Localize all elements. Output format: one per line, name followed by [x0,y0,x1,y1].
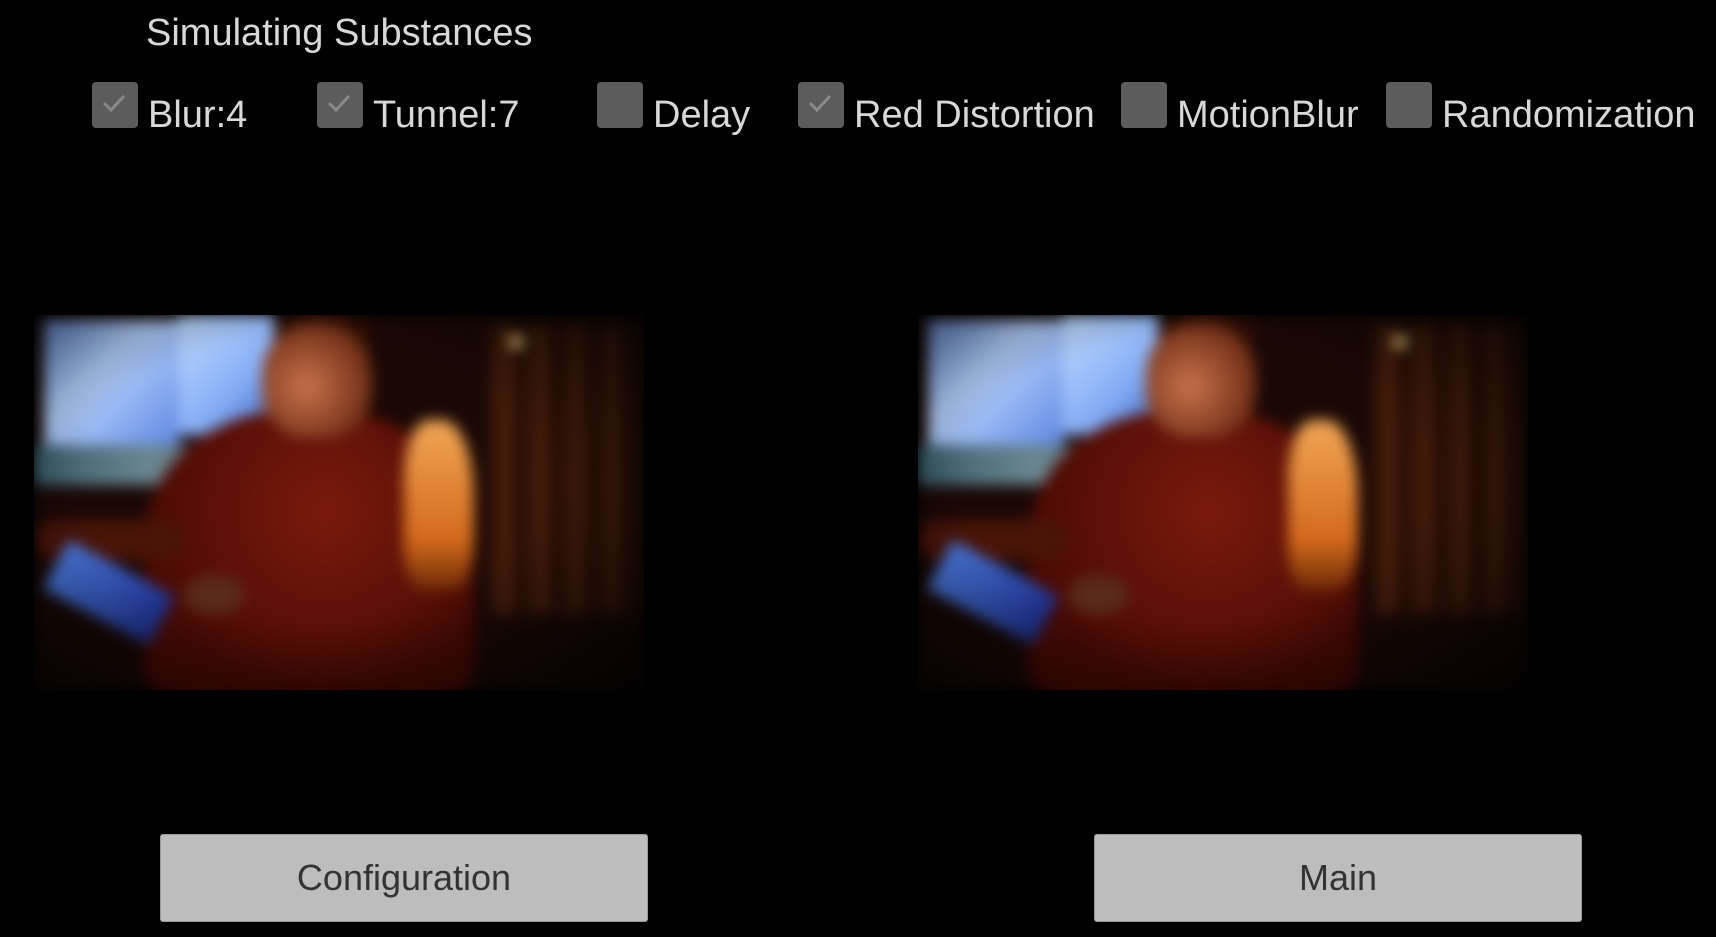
app-window: Simulating Substances Blur:4 Tunnel:7 De… [0,0,1716,937]
checkbox[interactable] [798,82,844,128]
checkmark-icon [808,94,832,113]
video-frame [918,315,1528,690]
checkmark-icon [327,94,351,113]
page-title: Simulating Substances [146,12,533,54]
tunnel-label: Tunnel:7 [373,94,520,136]
left-eye-view [34,315,644,690]
checkbox[interactable] [1121,82,1167,128]
video-frame [34,315,644,690]
configuration-button[interactable]: Configuration [160,834,648,922]
checkmark-icon [102,94,126,113]
randomization-label: Randomization [1442,94,1696,136]
checkbox[interactable] [597,82,643,128]
blur-label: Blur:4 [148,94,248,136]
checkbox[interactable] [92,82,138,128]
delay-label: Delay [653,94,751,136]
main-button[interactable]: Main [1094,834,1582,922]
motionblur-label: MotionBlur [1177,94,1359,136]
red-distortion-label: Red Distortion [854,94,1095,136]
effect-options: Blur:4 Tunnel:7 Delay Red Distortion Mot… [0,80,1716,140]
checkbox[interactable] [1386,82,1432,128]
right-eye-view [918,315,1528,690]
checkbox[interactable] [317,82,363,128]
